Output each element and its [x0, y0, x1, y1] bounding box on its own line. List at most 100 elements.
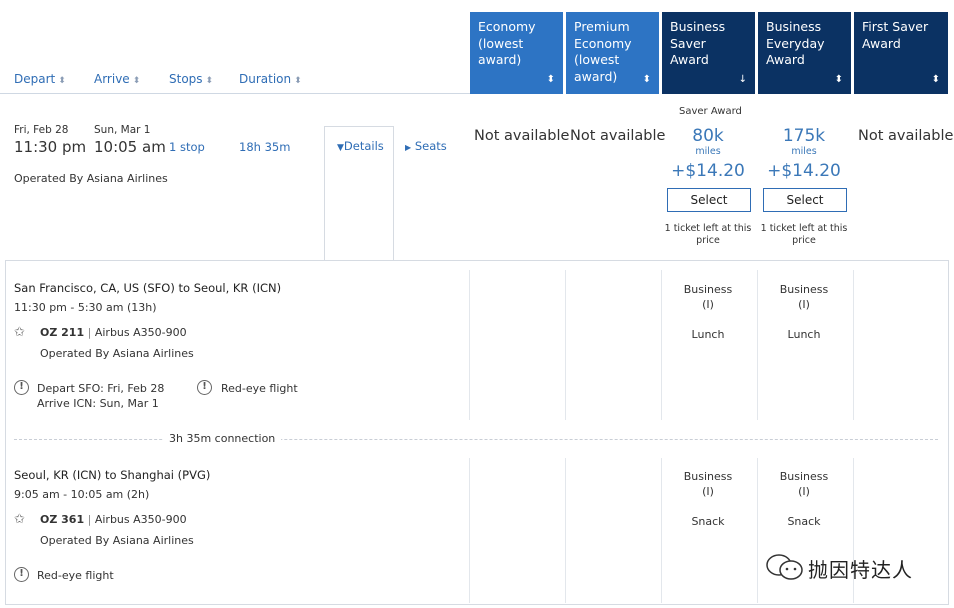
sort-duration-label: Duration [239, 72, 292, 86]
sort-icon: ⬍ [205, 76, 214, 86]
arrive-date: Sun, Mar 1 [94, 124, 151, 136]
connection-divider [14, 439, 938, 440]
sort-duration[interactable]: Duration ⬍ [239, 72, 302, 86]
select-business-saver-button[interactable]: Select [667, 188, 751, 212]
flight-number: OZ 211 [40, 326, 85, 339]
segment-cabin-code: (I) [798, 485, 810, 498]
column-header-business-saver[interactable]: Business Saver Award ↓ [662, 12, 755, 94]
sort-icon: ⬍ [132, 76, 141, 86]
business-everyday-miles-unit: miles [791, 146, 817, 157]
star-alliance-icon: ✩ [14, 325, 25, 340]
sort-icon: ⬍ [642, 74, 651, 85]
business-everyday-price: +$14.20 [767, 161, 841, 181]
info-alert-icon: ! [197, 380, 212, 395]
business-saver-price: +$14.20 [671, 161, 745, 181]
info-alert-icon: ! [14, 567, 29, 582]
sort-icon: ⬍ [834, 74, 843, 85]
sort-icon: ⬍ [931, 74, 940, 85]
segment-cabin: Business [683, 470, 733, 483]
segment-times: 9:05 am - 10:05 am (2h) [14, 488, 150, 501]
sort-arrive-label: Arrive [94, 72, 130, 86]
column-divider [469, 270, 470, 420]
segment-operated-by: Operated By Asiana Airlines [40, 534, 194, 547]
seats-link[interactable]: ▶ Seats [405, 139, 447, 153]
segment-cabin: Business [779, 470, 829, 483]
business-saver-miles-unit: miles [695, 146, 721, 157]
aircraft: Airbus A350-900 [94, 326, 187, 339]
segment-flight: OZ 361 | Airbus A350-900 [40, 513, 187, 526]
segment-route: Seoul, KR (ICN) to Shanghai (PVG) [14, 468, 211, 482]
segment-cabin: Business [779, 283, 829, 296]
segment-cabin-code: (I) [798, 298, 810, 311]
seats-left-note: 1 ticket left at this price [664, 223, 752, 246]
caret-down-icon: ▼ [337, 143, 344, 153]
sort-stops-label: Stops [169, 72, 203, 86]
sort-icon: ⬍ [546, 74, 555, 85]
details-label: Details [343, 139, 384, 153]
segment-route: San Francisco, CA, US (SFO) to Seoul, KR… [14, 281, 282, 295]
red-eye-notice: Red-eye flight [221, 382, 298, 395]
segment-operated-by: Operated By Asiana Airlines [40, 347, 194, 360]
connection-time: 3h 35m connection [163, 432, 282, 445]
star-alliance-icon: ✩ [14, 512, 25, 527]
segment-meal: Snack [691, 515, 725, 528]
aircraft: Airbus A350-900 [94, 513, 187, 526]
column-header-business-everyday[interactable]: Business Everyday Award ⬍ [758, 12, 851, 94]
separator: | [87, 326, 92, 339]
premium-availability: Not available [570, 128, 666, 144]
column-divider [565, 270, 566, 420]
economy-availability: Not available [474, 128, 570, 144]
column-divider [661, 458, 662, 603]
column-divider [469, 458, 470, 603]
details-toggle[interactable]: ▼Details [337, 139, 384, 153]
caret-right-icon: ▶ [405, 143, 412, 152]
depart-time: 11:30 pm [14, 138, 87, 156]
seats-label: Seats [414, 139, 447, 153]
header-divider [0, 93, 470, 94]
seats-left-note: 1 ticket left at this price [760, 223, 848, 246]
sort-icon: ⬍ [294, 76, 302, 86]
column-divider [565, 458, 566, 603]
column-header-premium-economy[interactable]: Premium Economy (lowest award) ⬍ [566, 12, 659, 94]
sort-arrive[interactable]: Arrive ⬍ [94, 72, 140, 86]
segment-flight: OZ 211 | Airbus A350-900 [40, 326, 187, 339]
duration-value: 18h 35m [239, 140, 291, 154]
segment-meal: Snack [787, 515, 821, 528]
column-divider [853, 270, 854, 420]
column-divider [757, 458, 758, 603]
sort-depart-label: Depart [14, 72, 56, 86]
column-header-first-saver[interactable]: First Saver Award ⬍ [854, 12, 948, 94]
operated-by: Operated By Asiana Airlines [14, 172, 168, 185]
segment-meal: Lunch [691, 328, 725, 341]
separator: | [87, 513, 92, 526]
segment-meal: Lunch [787, 328, 821, 341]
depart-notice: Depart SFO: Fri, Feb 28 [37, 382, 165, 395]
sort-depart[interactable]: Depart ⬍ [14, 72, 66, 86]
sort-desc-icon: ↓ [738, 74, 747, 85]
watermark-text: 抛因特达人 [808, 558, 913, 582]
column-header-economy[interactable]: Economy (lowest award) ⬍ [470, 12, 563, 94]
arrive-time: 10:05 am [94, 138, 166, 156]
arrive-notice: Arrive ICN: Sun, Mar 1 [37, 397, 159, 410]
flight-number: OZ 361 [40, 513, 85, 526]
sort-icon: ⬍ [58, 76, 66, 86]
column-header-label: Premium Economy (lowest award) [574, 19, 632, 84]
sort-stops[interactable]: Stops ⬍ [169, 72, 213, 86]
select-business-everyday-button[interactable]: Select [763, 188, 847, 212]
info-alert-icon: ! [14, 380, 29, 395]
column-divider [757, 270, 758, 420]
column-header-label: Business Everyday Award [766, 19, 825, 67]
column-header-label: Business Saver Award [670, 19, 726, 67]
column-header-label: First Saver Award [862, 19, 929, 51]
segment-times: 11:30 pm - 5:30 am (13h) [14, 301, 157, 314]
saver-award-label: Saver Award [679, 106, 742, 117]
segment-cabin-code: (I) [702, 298, 714, 311]
wechat-logo-icon [765, 553, 805, 585]
column-header-label: Economy (lowest award) [478, 19, 536, 67]
segment-cabin: Business [683, 283, 733, 296]
stops-link[interactable]: 1 stop [169, 140, 205, 154]
column-divider [661, 270, 662, 420]
depart-date: Fri, Feb 28 [14, 124, 69, 136]
segment-cabin-code: (I) [702, 485, 714, 498]
red-eye-notice: Red-eye flight [37, 569, 114, 582]
